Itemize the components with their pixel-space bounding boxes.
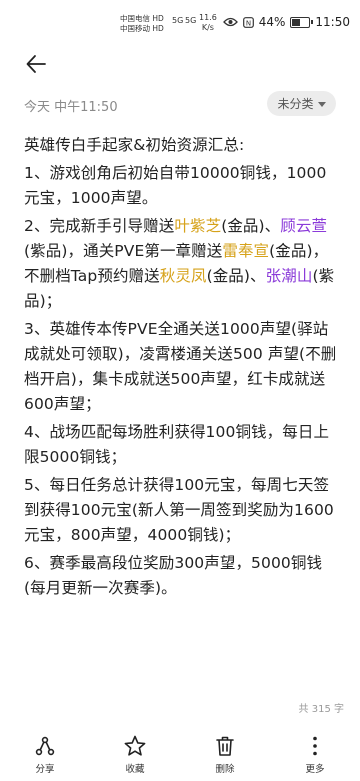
carrier-1-tag: HD — [152, 14, 164, 23]
network-speed-value: 11.6 — [199, 13, 217, 22]
delete-label: 删除 — [215, 764, 235, 775]
note-title: 英雄传白手起家&初始资源汇总: — [24, 136, 245, 154]
note-text: 6、赛季最高段位奖励300声望，5000铜钱(每月更新一次赛季)。 — [24, 554, 323, 597]
note-item: 5、每日任务总计获得100元宝，每周七天签到获得100元宝(新人第一周签到奖励为… — [24, 473, 342, 548]
carrier-2-tag: HD — [152, 24, 164, 33]
network-speed: 11.6 K/s — [199, 13, 217, 33]
battery-icon — [290, 16, 314, 28]
favorite-button[interactable]: 收藏 — [90, 732, 180, 781]
note-item: 6、赛季最高段位奖励300声望，5000铜钱(每月更新一次赛季)。 — [24, 551, 342, 601]
svg-text:N: N — [246, 19, 251, 27]
note-text: (紫品)，通关PVE第一章赠送 — [24, 242, 223, 260]
more-button[interactable]: 更多 — [270, 732, 360, 781]
battery-percent: 44% — [258, 15, 286, 29]
note-text: 5、每日任务总计获得100元宝，每周七天签到获得100元宝(新人第一周签到奖励为… — [24, 476, 334, 544]
carrier-1: 中国电信 — [120, 14, 150, 23]
note-item: 3、英雄传本传PVE全通关送1000声望(驿站成就处可领取)，凌霄楼通关送500… — [24, 317, 342, 417]
share-label: 分享 — [35, 764, 55, 775]
carrier-2: 中国移动 — [120, 24, 150, 33]
note-body[interactable]: 英雄传白手起家&初始资源汇总: 1、游戏创角后初始自带10000铜钱，1000元… — [24, 133, 342, 604]
eye-icon — [222, 17, 238, 27]
carrier-info: 中国电信 HD 中国移动 HD — [120, 14, 164, 34]
note-text: (金品)、 — [221, 217, 281, 235]
note-item: 2、完成新手引导赠送叶紫芝(金品)、顾云萱(紫品)，通关PVE第一章赠送雷奉宣(… — [24, 214, 342, 314]
signal-2-label: 5G — [185, 16, 197, 25]
note-date: 今天 中午11:50 — [24, 100, 118, 115]
favorite-label: 收藏 — [125, 764, 145, 775]
trash-icon — [216, 736, 234, 756]
hero-name-gold: 雷奉宣 — [222, 242, 270, 260]
share-button[interactable]: 分享 — [0, 732, 90, 781]
category-label: 未分类 — [277, 97, 314, 111]
note-item: 4、战场匹配每场胜利获得100铜钱，每日上限5000铜钱； — [24, 420, 342, 470]
hero-name-purple: 顾云萱 — [280, 217, 328, 235]
clock: 11:50 — [315, 15, 350, 29]
note-text: 2、完成新手引导赠送 — [24, 217, 175, 235]
note-text: (金品)、 — [206, 267, 266, 285]
more-icon — [313, 736, 317, 756]
delete-button[interactable]: 删除 — [180, 732, 270, 781]
hero-name-gold: 秋灵凤 — [159, 267, 207, 285]
note-text: 4、战场匹配每场胜利获得100铜钱，每日上限5000铜钱； — [24, 423, 330, 466]
nfc-icon: N — [242, 16, 254, 28]
category-selector[interactable]: 未分类 — [267, 91, 336, 116]
share-icon — [35, 736, 55, 756]
note-text: 1、游戏创角后初始自带10000铜钱，1000元宝，1000声望。 — [24, 164, 327, 207]
hero-name-gold: 叶紫芝 — [174, 217, 222, 235]
status-bar: 中国电信 HD 中国移动 HD 5G 5G 11.6 K/s N 44% 11:… — [0, 0, 360, 48]
arrow-left-icon — [26, 55, 46, 73]
back-button[interactable] — [22, 50, 50, 78]
note-item: 1、游戏创角后初始自带10000铜钱，1000元宝，1000声望。 — [24, 161, 342, 211]
note-text: 3、英雄传本传PVE全通关送1000声望(驿站成就处可领取)，凌霄楼通关送500… — [24, 320, 337, 413]
star-icon — [124, 735, 146, 756]
note-items: 1、游戏创角后初始自带10000铜钱，1000元宝，1000声望。 2、完成新手引… — [24, 161, 342, 601]
chevron-down-icon — [317, 101, 326, 107]
network-speed-unit: K/s — [201, 23, 214, 32]
more-label: 更多 — [305, 764, 325, 775]
bottom-toolbar: 分享 收藏 删除 更多 — [0, 732, 360, 781]
char-count: 共 315 字 — [298, 704, 344, 715]
hero-name-purple: 张潮山 — [265, 267, 313, 285]
signal-1-label: 5G — [172, 16, 184, 25]
